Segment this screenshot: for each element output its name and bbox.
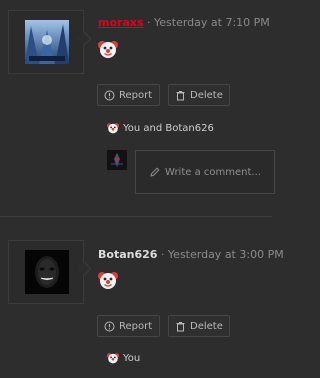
comment-input[interactable]: Write a comment... (135, 150, 275, 194)
post-meta: Botan626 · Yesterday at 3:00 PM (98, 248, 284, 261)
clown-face-emoji (107, 353, 119, 364)
avatar-frame (8, 240, 84, 304)
likes-summary[interactable]: You and Botan626 (107, 122, 214, 134)
report-icon (104, 90, 115, 100)
likes-summary[interactable]: You (107, 352, 140, 364)
avatar[interactable] (25, 20, 69, 64)
delete-button[interactable]: Delete (168, 315, 230, 337)
delete-label: Delete (190, 320, 223, 332)
report-button[interactable]: Report (97, 84, 160, 106)
report-label: Report (119, 320, 153, 332)
report-icon (104, 321, 115, 331)
meta-separator: · (160, 248, 165, 261)
author-name[interactable]: moraxs (98, 16, 144, 29)
commenter-avatar (107, 150, 127, 170)
report-label: Report (119, 89, 153, 101)
comment-placeholder: Write a comment... (165, 166, 261, 178)
pencil-icon (150, 167, 160, 177)
author-name[interactable]: Botan626 (98, 248, 157, 261)
delete-button[interactable]: Delete (168, 84, 230, 106)
post-timestamp[interactable]: Yesterday at 7:10 PM (154, 16, 270, 29)
clown-face-emoji (98, 272, 118, 289)
delete-label: Delete (190, 89, 223, 101)
post-meta: moraxs · Yesterday at 7:10 PM (98, 16, 270, 29)
avatar-frame (8, 10, 84, 74)
trash-icon (176, 90, 185, 100)
clown-face-emoji (107, 123, 119, 134)
report-button[interactable]: Report (97, 315, 160, 337)
avatar[interactable] (25, 250, 69, 294)
post-timestamp[interactable]: Yesterday at 3:00 PM (168, 248, 284, 261)
clown-face-emoji (98, 41, 118, 58)
post-divider (0, 216, 272, 217)
likes-text: You and Botan626 (123, 122, 214, 134)
likes-text: You (123, 352, 141, 364)
trash-icon (176, 321, 185, 331)
meta-separator: · (147, 16, 151, 29)
